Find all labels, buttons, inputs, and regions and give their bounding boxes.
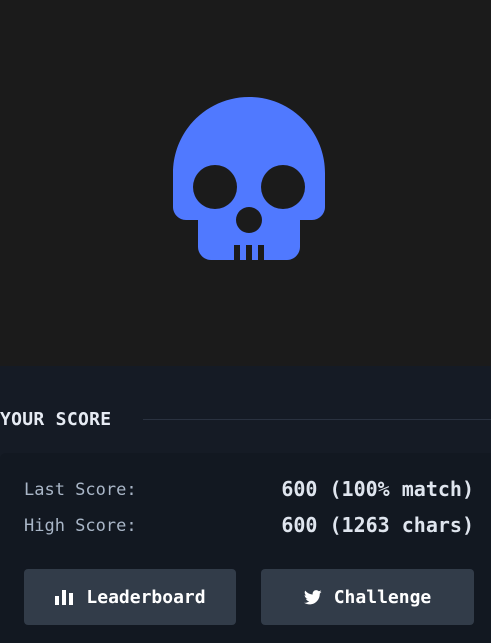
result-hero	[0, 0, 491, 366]
high-score-label: High Score:	[24, 516, 137, 536]
skull-icon	[173, 97, 325, 260]
high-score-row: High Score: 600 (1263 chars)	[24, 512, 474, 540]
leaderboard-button[interactable]: Leaderboard	[24, 569, 236, 625]
leaderboard-button-label: Leaderboard	[86, 586, 206, 608]
bar-chart-icon	[54, 589, 74, 605]
challenge-button-label: Challenge	[333, 586, 432, 608]
section-divider	[143, 419, 491, 420]
twitter-bird-icon	[303, 589, 322, 605]
score-section-title: YOUR SCORE	[0, 409, 112, 430]
last-score-value: 600 (100% match)	[281, 477, 474, 501]
last-score-label: Last Score:	[24, 480, 137, 500]
score-section-header: YOUR SCORE	[0, 404, 491, 436]
high-score-value: 600 (1263 chars)	[281, 513, 474, 537]
last-score-row: Last Score: 600 (100% match)	[24, 476, 474, 504]
challenge-button[interactable]: Challenge	[261, 569, 474, 625]
